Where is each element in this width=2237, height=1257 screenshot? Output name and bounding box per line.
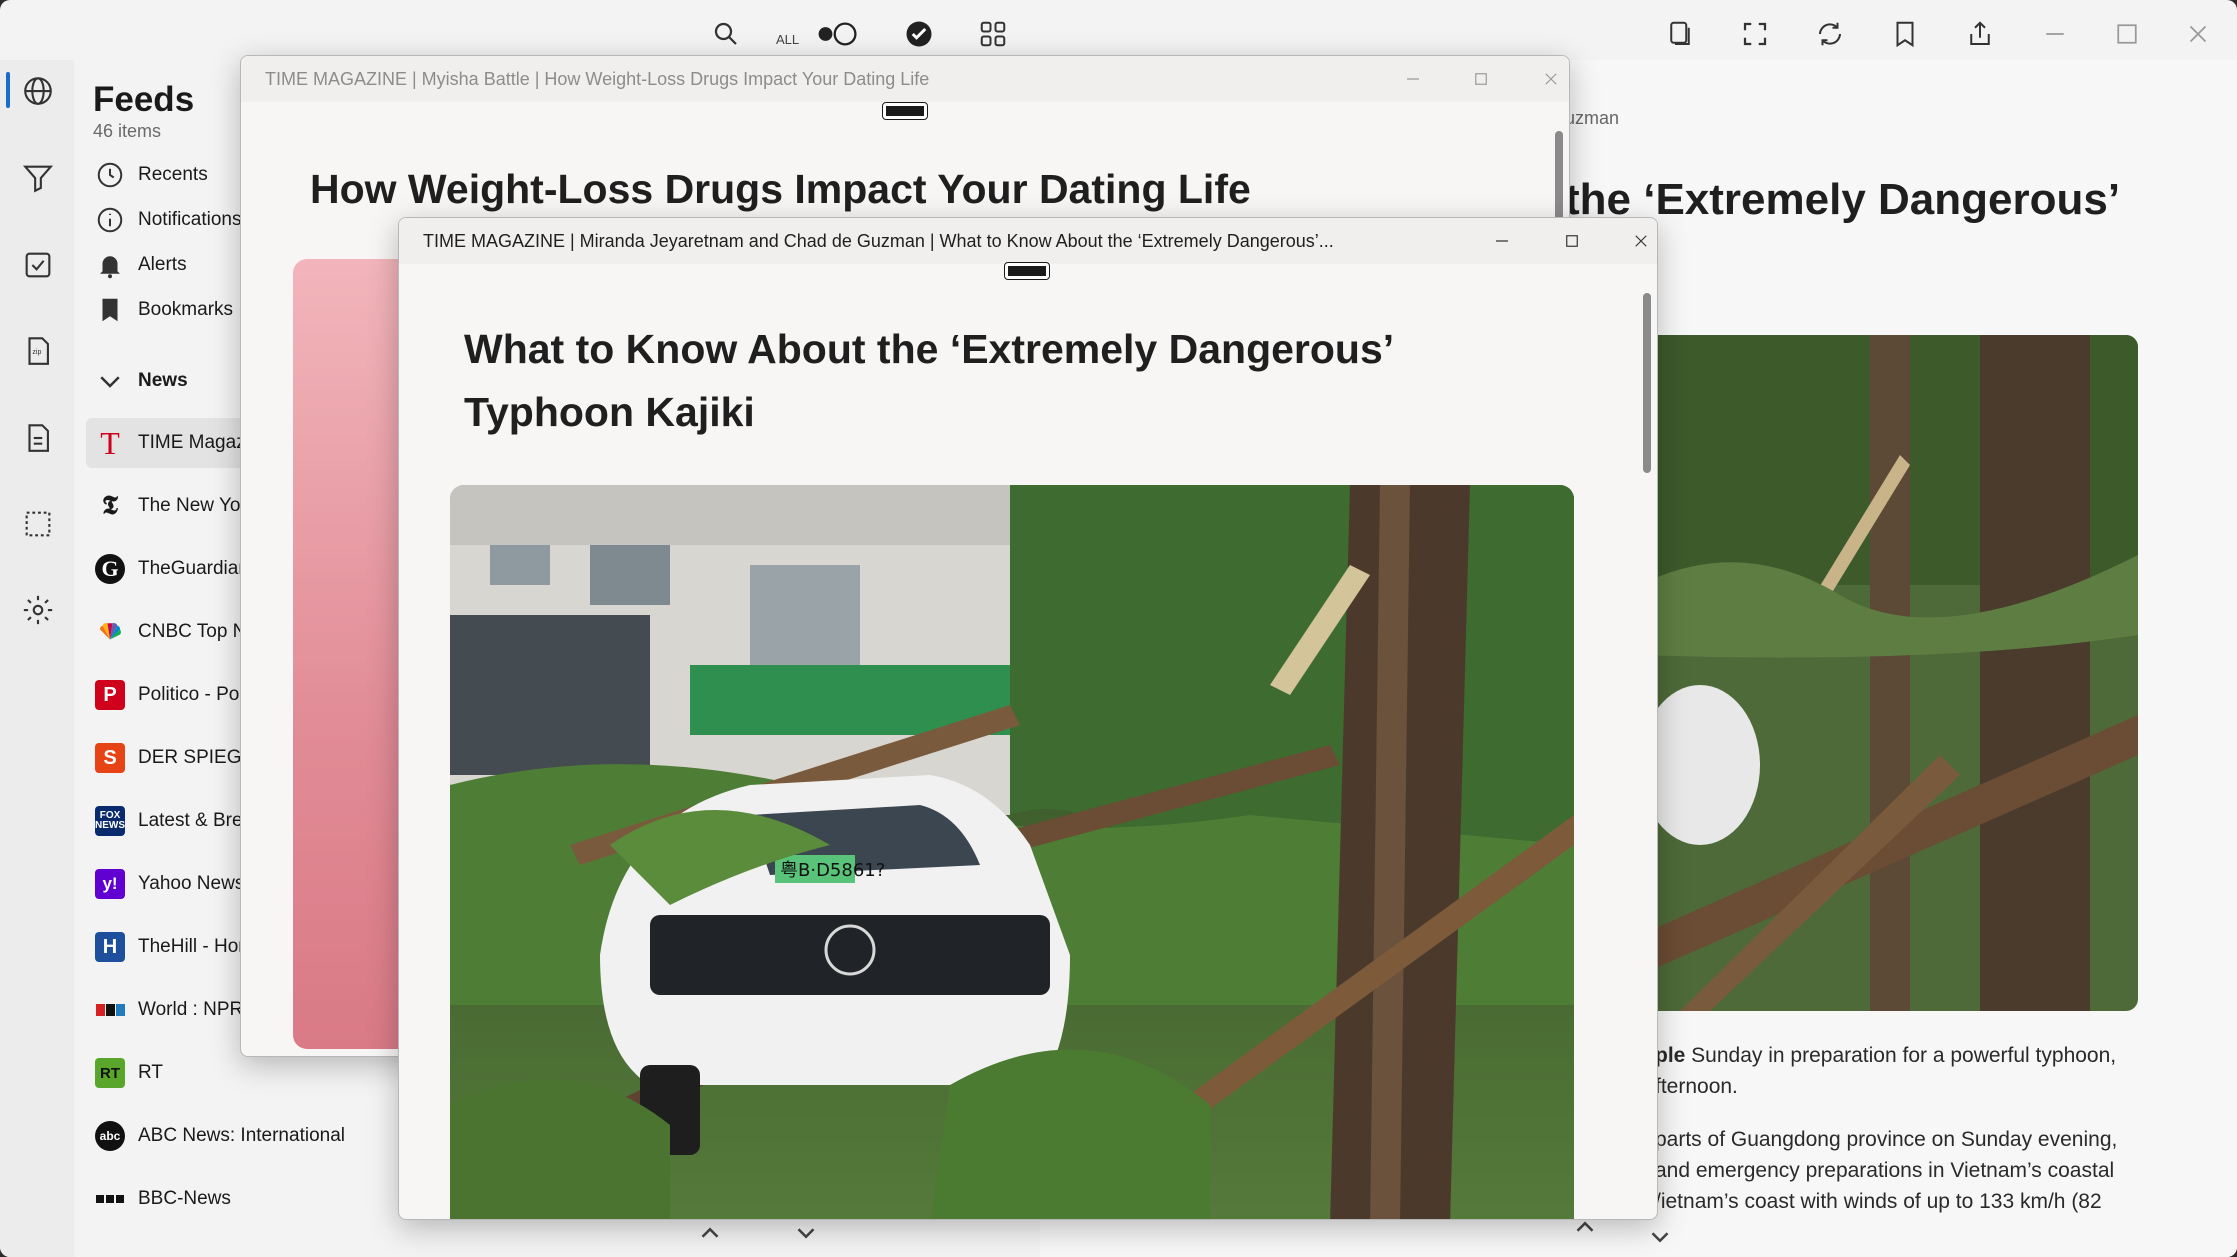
license-plate: 粤B·D5861?	[780, 860, 885, 881]
check-circle-icon[interactable]	[899, 14, 939, 54]
article-image	[1640, 335, 2138, 1011]
info-icon	[94, 204, 126, 236]
feed-source-label: TheGuardian	[138, 558, 249, 579]
article-heading: What to Know About the ‘Extremely Danger…	[464, 326, 1392, 435]
refresh-icon[interactable]	[1810, 14, 1850, 54]
toggle-icon[interactable]	[812, 14, 862, 54]
feed-source-label: TheHill - Hon	[138, 936, 249, 957]
feed-source-label: World : NPR	[138, 999, 244, 1020]
rt-logo-icon: RT	[94, 1057, 126, 1089]
feed-item-label: Notifications	[138, 209, 242, 230]
article-text: parts of Guangdong province on Sunday ev…	[1655, 1128, 2118, 1151]
feed-item-label: Alerts	[138, 254, 187, 275]
feed-source-label: RT	[138, 1062, 163, 1083]
politico-logo-icon: P	[94, 679, 126, 711]
feed-item-label: Bookmarks	[138, 299, 234, 320]
bbc-logo-icon	[94, 1183, 126, 1215]
maximize-icon[interactable]	[2107, 14, 2147, 54]
drag-handle[interactable]	[882, 102, 928, 120]
filter-all-label[interactable]: ALL	[776, 32, 799, 47]
article-paragraph-1: ple Sunday in preparation for a powerful…	[1655, 1040, 2135, 1102]
article-text: fternoon.	[1655, 1075, 1738, 1098]
article-bold-fragment: ple	[1655, 1044, 1686, 1067]
abc-logo-icon: abc	[94, 1120, 126, 1152]
maximize-icon[interactable]	[1554, 226, 1590, 256]
feed-source-label: BBC-News	[138, 1188, 231, 1209]
spiegel-logo-icon: S	[94, 742, 126, 774]
yahoo-logo-icon: y!	[94, 868, 126, 900]
minimize-icon[interactable]	[1484, 226, 1520, 256]
zip-doc-icon[interactable]	[14, 414, 62, 462]
feeds-title: Feeds	[93, 80, 195, 119]
fox-logo-icon: FOX NEWS	[94, 805, 126, 837]
close-icon[interactable]	[1533, 64, 1569, 94]
group-label: News	[138, 370, 188, 391]
app-window: zip Feeds 46 items Recents Notifications…	[0, 0, 2237, 1257]
feed-source-label: Yahoo News	[138, 873, 245, 894]
nyt-logo-icon: 𝕿	[102, 490, 118, 521]
article-heading: How Weight-Loss Drugs Impact Your Dating…	[310, 166, 1251, 212]
close-icon[interactable]	[1623, 226, 1657, 256]
bookmark-icon[interactable]	[1885, 14, 1925, 54]
article-image	[293, 259, 413, 1049]
zip-icon[interactable]: zip	[14, 327, 62, 375]
minimize-icon[interactable]	[1395, 64, 1431, 94]
npr-logo-icon	[94, 994, 126, 1026]
search-icon[interactable]	[706, 14, 746, 54]
popup-titlebar[interactable]: TIME MAGAZINE | Myisha Battle | How Weig…	[241, 56, 1569, 102]
article-text: Sunday in preparation for a powerful typ…	[1685, 1044, 2117, 1067]
article-image-typhoon: 粤B·D5861?	[450, 485, 1574, 1219]
filter-icon[interactable]	[14, 154, 62, 202]
feed-source-label: Politico - Poli	[138, 684, 248, 705]
share-icon[interactable]	[1960, 14, 2000, 54]
clock-icon	[94, 159, 126, 191]
grid-icon[interactable]	[973, 14, 1013, 54]
chevron-down-icon	[94, 365, 126, 397]
close-icon[interactable]	[2178, 14, 2218, 54]
article-text: and emergency preparations in Vietnam’s …	[1655, 1159, 2115, 1182]
selection-icon[interactable]	[14, 500, 62, 548]
copy-icon[interactable]	[1660, 14, 1700, 54]
thehill-logo-icon: H	[94, 931, 126, 963]
bell-icon	[94, 249, 126, 281]
chevron-down-icon[interactable]	[1640, 1217, 1680, 1257]
maximize-icon[interactable]	[1463, 64, 1499, 94]
drag-handle[interactable]	[1004, 262, 1050, 280]
globe-icon[interactable]	[14, 67, 62, 115]
checkbox-icon[interactable]	[14, 241, 62, 289]
popup-title: TIME MAGAZINE | Miranda Jeyaretnam and C…	[423, 231, 1334, 251]
article-popup-window[interactable]: TIME MAGAZINE | Miranda Jeyaretnam and C…	[398, 217, 1658, 1220]
guardian-logo-icon: G	[94, 553, 126, 585]
feed-item-label: Recents	[138, 164, 208, 185]
feeds-count: 46 items	[93, 121, 162, 141]
icon-rail: zip	[0, 60, 74, 1257]
scrollbar[interactable]	[1643, 293, 1651, 473]
gear-icon[interactable]	[14, 586, 62, 634]
rail-active-indicator	[6, 72, 10, 108]
time-logo-icon: T	[100, 424, 120, 461]
svg-text:zip: zip	[32, 348, 41, 356]
cnbc-peacock-icon	[94, 616, 126, 648]
feed-source-label: Latest & Brea	[138, 810, 254, 831]
feed-source-label: ABC News: International	[138, 1125, 345, 1146]
popup-titlebar[interactable]: TIME MAGAZINE | Miranda Jeyaretnam and C…	[399, 218, 1657, 264]
popup-title: TIME MAGAZINE | Myisha Battle | How Weig…	[265, 69, 930, 89]
article-author: uzman	[1565, 108, 1620, 128]
bookmark-icon	[94, 294, 126, 326]
minimize-icon[interactable]	[2035, 14, 2075, 54]
article-paragraph-2: parts of Guangdong province on Sunday ev…	[1655, 1124, 2135, 1217]
feed-source-label: The New York	[138, 495, 257, 516]
fullscreen-icon[interactable]	[1735, 14, 1775, 54]
